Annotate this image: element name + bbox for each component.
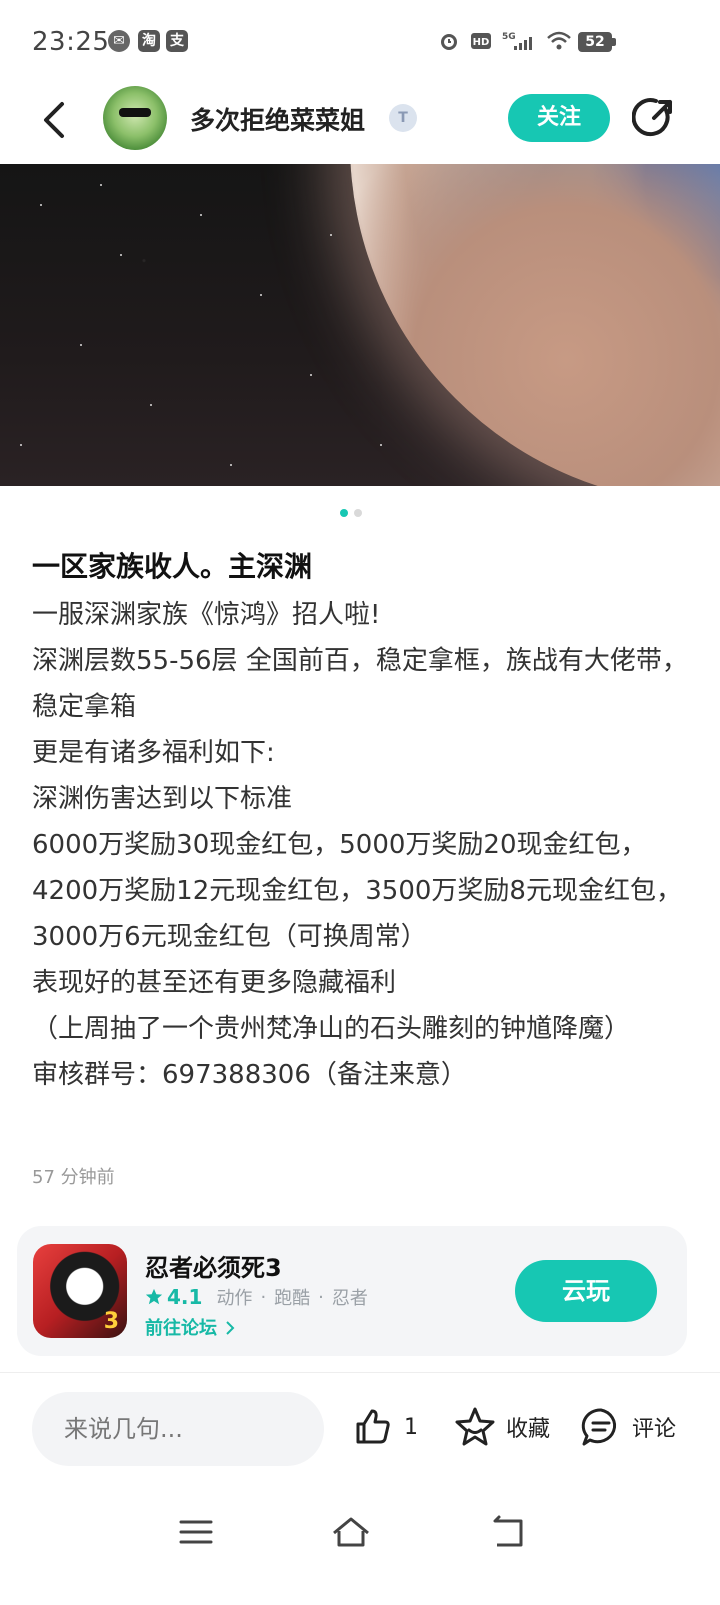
follow-button[interactable]: 关注 (508, 94, 610, 142)
game-meta: 4.1 动作 · 跑酷 · 忍者 (145, 1284, 368, 1310)
battery-level: 52 (578, 32, 612, 52)
post-line: 6000万奖励30现金红包，5000万奖励20现金红包，4200万奖励12元现金… (32, 830, 682, 952)
cloud-play-button[interactable]: 云玩 (515, 1260, 657, 1322)
comment-label: 评论 (632, 1417, 677, 1442)
forum-link[interactable]: 前往论坛 (145, 1314, 237, 1340)
star-icon (145, 1288, 163, 1305)
post-line: 审核群号：697388306（备注来意） (32, 1060, 467, 1090)
post-line: 一服深渊家族《惊鸿》招人啦! (32, 600, 381, 630)
menu-icon (179, 1520, 213, 1544)
post-line: 深渊层数55-56层 全国前百，稳定拿框，族战有大佬带，稳定拿箱 (32, 646, 688, 722)
chevron-right-icon (226, 1321, 235, 1335)
battery-icon (612, 38, 616, 46)
game-icon-number: 3 (103, 1309, 119, 1334)
author-name[interactable]: 多次拒绝菜菜姐 (190, 101, 365, 137)
wifi-icon (546, 30, 572, 52)
avatar[interactable] (103, 86, 167, 150)
comment-bubble-icon (581, 1408, 617, 1446)
taobao-icon: 淘 (138, 30, 160, 52)
svg-text:HD: HD (473, 37, 490, 48)
comment-button[interactable]: 评论 (580, 1406, 676, 1448)
system-nav-bar (0, 1495, 720, 1605)
game-tag: 忍者 (331, 1288, 368, 1309)
moon-image (350, 164, 720, 486)
post-line: 深渊伤害达到以下标准 (32, 784, 293, 814)
forum-link-label: 前往论坛 (145, 1318, 217, 1339)
alipay-icon: 支 (166, 30, 188, 52)
carousel-dot (354, 509, 362, 517)
status-bar: 23:25 ✉ 淘 支 HD 5G 52 (0, 0, 720, 80)
carousel-indicator (340, 509, 362, 517)
tag-separator: · (260, 1286, 267, 1308)
post-body: 一服深渊家族《惊鸿》招人啦! 深渊层数55-56层 全国前百，稳定拿框，族战有大… (32, 592, 692, 1098)
status-time: 23:25 (32, 27, 110, 57)
hd-icon: HD (470, 30, 492, 52)
game-name[interactable]: 忍者必须死3 (145, 1248, 282, 1283)
game-card[interactable]: 3 忍者必须死3 4.1 动作 · 跑酷 · 忍者 前往论坛 云玩 (17, 1226, 687, 1356)
game-icon[interactable]: 3 (33, 1244, 127, 1338)
wechat-icon: ✉ (108, 30, 130, 52)
menu-nav-button[interactable] (175, 1511, 217, 1553)
back-nav-icon (493, 1515, 523, 1547)
svg-text:5G: 5G (502, 32, 516, 42)
back-arrow-icon (44, 102, 64, 138)
post-header: 多次拒绝菜菜姐 T 关注 (0, 80, 720, 164)
favorite-button[interactable]: 收藏 (454, 1406, 550, 1448)
rating-value: 4.1 (167, 1285, 203, 1309)
like-count: 1 (404, 1414, 418, 1440)
game-tag: 动作 (216, 1288, 253, 1309)
post-timestamp: 57 分钟前 (32, 1167, 115, 1188)
carousel-dot-active (340, 509, 348, 517)
home-icon (333, 1517, 369, 1547)
level-badge: T (389, 104, 417, 132)
post-line: （上周抽了一个贵州梵净山的石头雕刻的钟馗降魔） (32, 1014, 631, 1044)
thumbs-up-icon (356, 1409, 390, 1444)
back-nav-button[interactable] (487, 1511, 529, 1553)
post-image[interactable] (0, 164, 720, 486)
back-button[interactable] (36, 98, 76, 142)
post-line: 表现好的甚至还有更多隐藏福利 (32, 968, 397, 998)
comment-input[interactable]: 来说几句... (32, 1392, 324, 1466)
game-tag: 跑酷 (274, 1288, 311, 1309)
game-rating: 4.1 (145, 1285, 202, 1309)
alarm-icon (438, 30, 460, 52)
share-button[interactable] (631, 96, 676, 140)
post-title: 一区家族收人。主深渊 (32, 550, 313, 583)
divider (0, 1372, 720, 1373)
home-nav-button[interactable] (330, 1511, 372, 1553)
5g-signal-icon: 5G (502, 30, 536, 52)
like-button[interactable]: 1 (352, 1406, 418, 1448)
favorite-label: 收藏 (506, 1417, 551, 1442)
tag-separator: · (318, 1286, 324, 1308)
post-line: 更是有诸多福利如下: (32, 738, 275, 768)
star-outline-icon (455, 1407, 495, 1446)
share-icon (631, 98, 672, 137)
